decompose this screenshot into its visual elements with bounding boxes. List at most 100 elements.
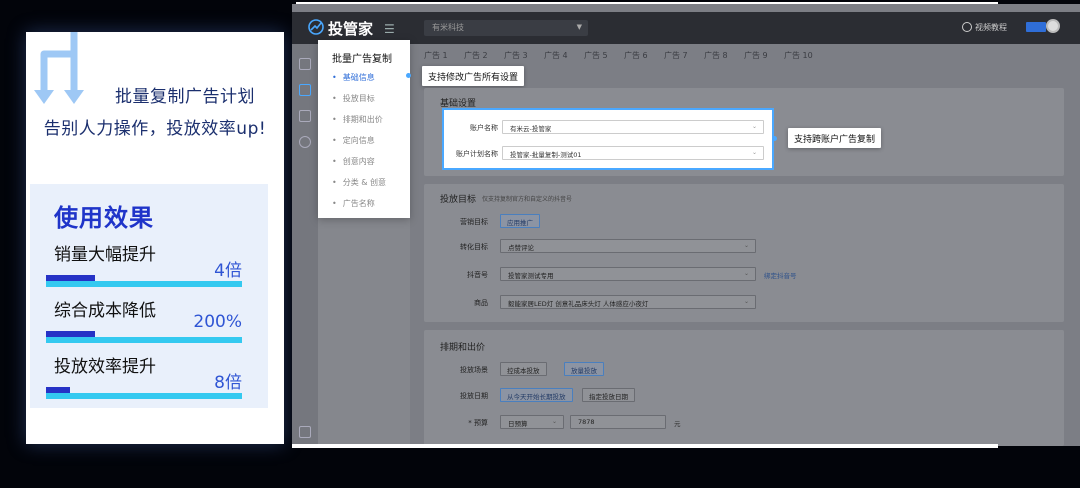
douyin-select[interactable]: 投管家测试专用 ⌄ (500, 267, 756, 281)
step-target[interactable]: 投放目标 (332, 93, 375, 104)
schedule-panel: 排期和出价 投放场景 控成本投放 放量投放 投放日期 从今天开始长期投放 指定投… (424, 330, 1064, 446)
effect-bar-fill (46, 387, 70, 393)
callout-cross-account: 支持跨账户广告复制 (788, 128, 882, 148)
account-label: 账户名称 (470, 124, 498, 132)
basic-settings-highlight: 账户名称 有米云-投管家 ⌄ 账户计划名称 投管家-批量复制-测试01 ⌄ (442, 108, 774, 170)
target-title: 投放目标 (440, 195, 477, 205)
chevron-down-icon: ▼ (576, 23, 582, 31)
convert-select[interactable]: 点赞评论 ⌄ (500, 239, 756, 253)
scene-label: 投放场景 (460, 366, 488, 374)
date-option-long[interactable]: 从今天开始长期投放 (500, 388, 573, 402)
tab-ad-8[interactable]: 广告 8 (704, 50, 728, 61)
schedule-title: 排期和出价 (440, 343, 486, 353)
budget-label: * 预算 (468, 419, 488, 427)
step-basic-info[interactable]: 基础信息 (332, 72, 375, 83)
effect-value: 4倍 (214, 261, 242, 281)
goods-label: 商品 (474, 299, 488, 307)
play-icon (962, 22, 972, 32)
effect-label: 综合成本降低 (54, 301, 156, 321)
menu-toggle-icon[interactable]: ☰ (384, 22, 395, 36)
help-label: 视频教程 (975, 23, 1007, 32)
sidebar-rail (292, 44, 318, 446)
effect-bar-fill (46, 331, 95, 337)
tab-ad-4[interactable]: 广告 4 (544, 50, 568, 61)
effect-bar-track (46, 337, 242, 343)
callout-dot (772, 136, 777, 141)
goods-value: 毅能家居LED灯 创意礼品床头灯 人体感应小夜灯 (508, 300, 649, 308)
budget-type-select[interactable]: 日预算 ⌄ (500, 415, 564, 429)
effect-bar-track (46, 393, 242, 399)
effect-value: 200% (193, 312, 242, 332)
plan-select[interactable]: 投管家-批量复制-测试01 ⌄ (502, 146, 764, 160)
logo-icon (308, 19, 324, 35)
app-window: 投管家 ☰ 有米科技 ▼ 视频教程 批量广告复制 基础信息 投放目标 排期和出价… (292, 4, 1080, 446)
plan-value: 投管家-批量复制-测试01 (510, 151, 582, 159)
org-select[interactable]: 有米科技 ▼ (424, 20, 588, 36)
tab-ad-10[interactable]: 广告 10 (784, 50, 813, 61)
tab-ad-9[interactable]: 广告 9 (744, 50, 768, 61)
effect-row: 销量大幅提升 4倍 (46, 240, 242, 287)
tab-ad-2[interactable]: 广告 2 (464, 50, 488, 61)
top-nav-bar: 投管家 ☰ 有米科技 ▼ 视频教程 (292, 12, 1080, 44)
goods-select[interactable]: 毅能家居LED灯 创意礼品床头灯 人体感应小夜灯 ⌄ (500, 295, 756, 309)
target-panel: 投放目标 仅支持复制官方和自定义的抖音号 营销目标 应用推广 转化目标 点赞评论… (424, 184, 1064, 322)
effect-label: 销量大幅提升 (54, 245, 156, 265)
convert-value: 点赞评论 (508, 244, 534, 252)
date-label: 投放日期 (460, 392, 488, 400)
effect-value: 8倍 (214, 373, 242, 393)
date-option-custom[interactable]: 指定投放日期 (582, 388, 635, 402)
video-tutorial-link[interactable]: 视频教程 (962, 22, 1007, 33)
effect-label: 投放效率提升 (54, 357, 156, 377)
tab-ad-1[interactable]: 广告 1 (424, 50, 448, 61)
scene-option-volume[interactable]: 放量投放 (564, 362, 604, 376)
ads-icon[interactable] (299, 84, 311, 96)
budget-unit: 元 (674, 420, 681, 428)
promo-headline-1: 批量复制广告计划 (115, 87, 255, 107)
account-select[interactable]: 有米云-投管家 ⌄ (502, 120, 764, 134)
tab-ad-6[interactable]: 广告 6 (624, 50, 648, 61)
tab-ad-5[interactable]: 广告 5 (584, 50, 608, 61)
avatar[interactable] (1046, 19, 1060, 33)
tab-ad-7[interactable]: 广告 7 (664, 50, 688, 61)
target-hint: 仅支持复制官方和自定义的抖音号 (482, 196, 573, 203)
step-targeting[interactable]: 定向信息 (332, 135, 375, 146)
douyin-label: 抖音号 (467, 271, 488, 279)
chevron-down-icon: ⌄ (743, 298, 749, 305)
chevron-down-icon: ⌄ (751, 149, 757, 156)
step-category[interactable]: 分类 & 创意 (332, 177, 386, 188)
org-select-value: 有米科技 (432, 23, 464, 32)
convert-label: 转化目标 (460, 243, 488, 251)
promo-card: 批量复制广告计划 告别人力操作，投放效率up! 使用效果 销量大幅提升 4倍 综… (26, 32, 284, 444)
step-creative[interactable]: 创意内容 (332, 156, 375, 167)
effects-title: 使用效果 (54, 204, 154, 232)
step-ad-name[interactable]: 广告名称 (332, 198, 375, 209)
scene-option-cost[interactable]: 控成本投放 (500, 362, 547, 376)
stage: 批量复制广告计划 告别人力操作，投放效率up! 使用效果 销量大幅提升 4倍 综… (0, 0, 1080, 488)
budget-type-value: 日预算 (508, 420, 528, 428)
frame-bottom-edge (292, 444, 998, 448)
chevron-down-icon: ⌄ (743, 242, 749, 249)
user-name-badge[interactable] (1026, 22, 1046, 32)
callout-dot (406, 73, 411, 78)
chevron-down-icon: ⌄ (743, 270, 749, 277)
step-nav: 批量广告复制 基础信息 投放目标 排期和出价 定向信息 创意内容 分类 & 创意… (318, 40, 410, 218)
tab-ad-3[interactable]: 广告 3 (504, 50, 528, 61)
user-icon[interactable] (299, 136, 311, 148)
effect-bar-track (46, 281, 242, 287)
chevron-down-icon: ⌄ (751, 123, 757, 130)
budget-value: 7878 (578, 418, 595, 426)
marketing-chip[interactable]: 应用推广 (500, 214, 540, 228)
step-nav-title: 批量广告复制 (332, 54, 392, 65)
douyin-value: 投管家测试专用 (508, 272, 554, 280)
chat-icon[interactable] (299, 58, 311, 70)
budget-input[interactable]: 7878 (570, 415, 666, 429)
bind-douyin-link[interactable]: 绑定抖音号 (764, 270, 797, 280)
collapse-icon[interactable] (299, 426, 311, 438)
effect-row: 综合成本降低 200% (46, 296, 242, 343)
step-schedule[interactable]: 排期和出价 (332, 114, 383, 125)
app-logo-text: 投管家 (328, 20, 374, 38)
effects-panel: 使用效果 销量大幅提升 4倍 综合成本降低 200% 投放效率提升 8倍 (30, 184, 268, 408)
chevron-down-icon: ⌄ (551, 418, 557, 425)
effect-row: 投放效率提升 8倍 (46, 352, 242, 399)
report-icon[interactable] (299, 110, 311, 122)
